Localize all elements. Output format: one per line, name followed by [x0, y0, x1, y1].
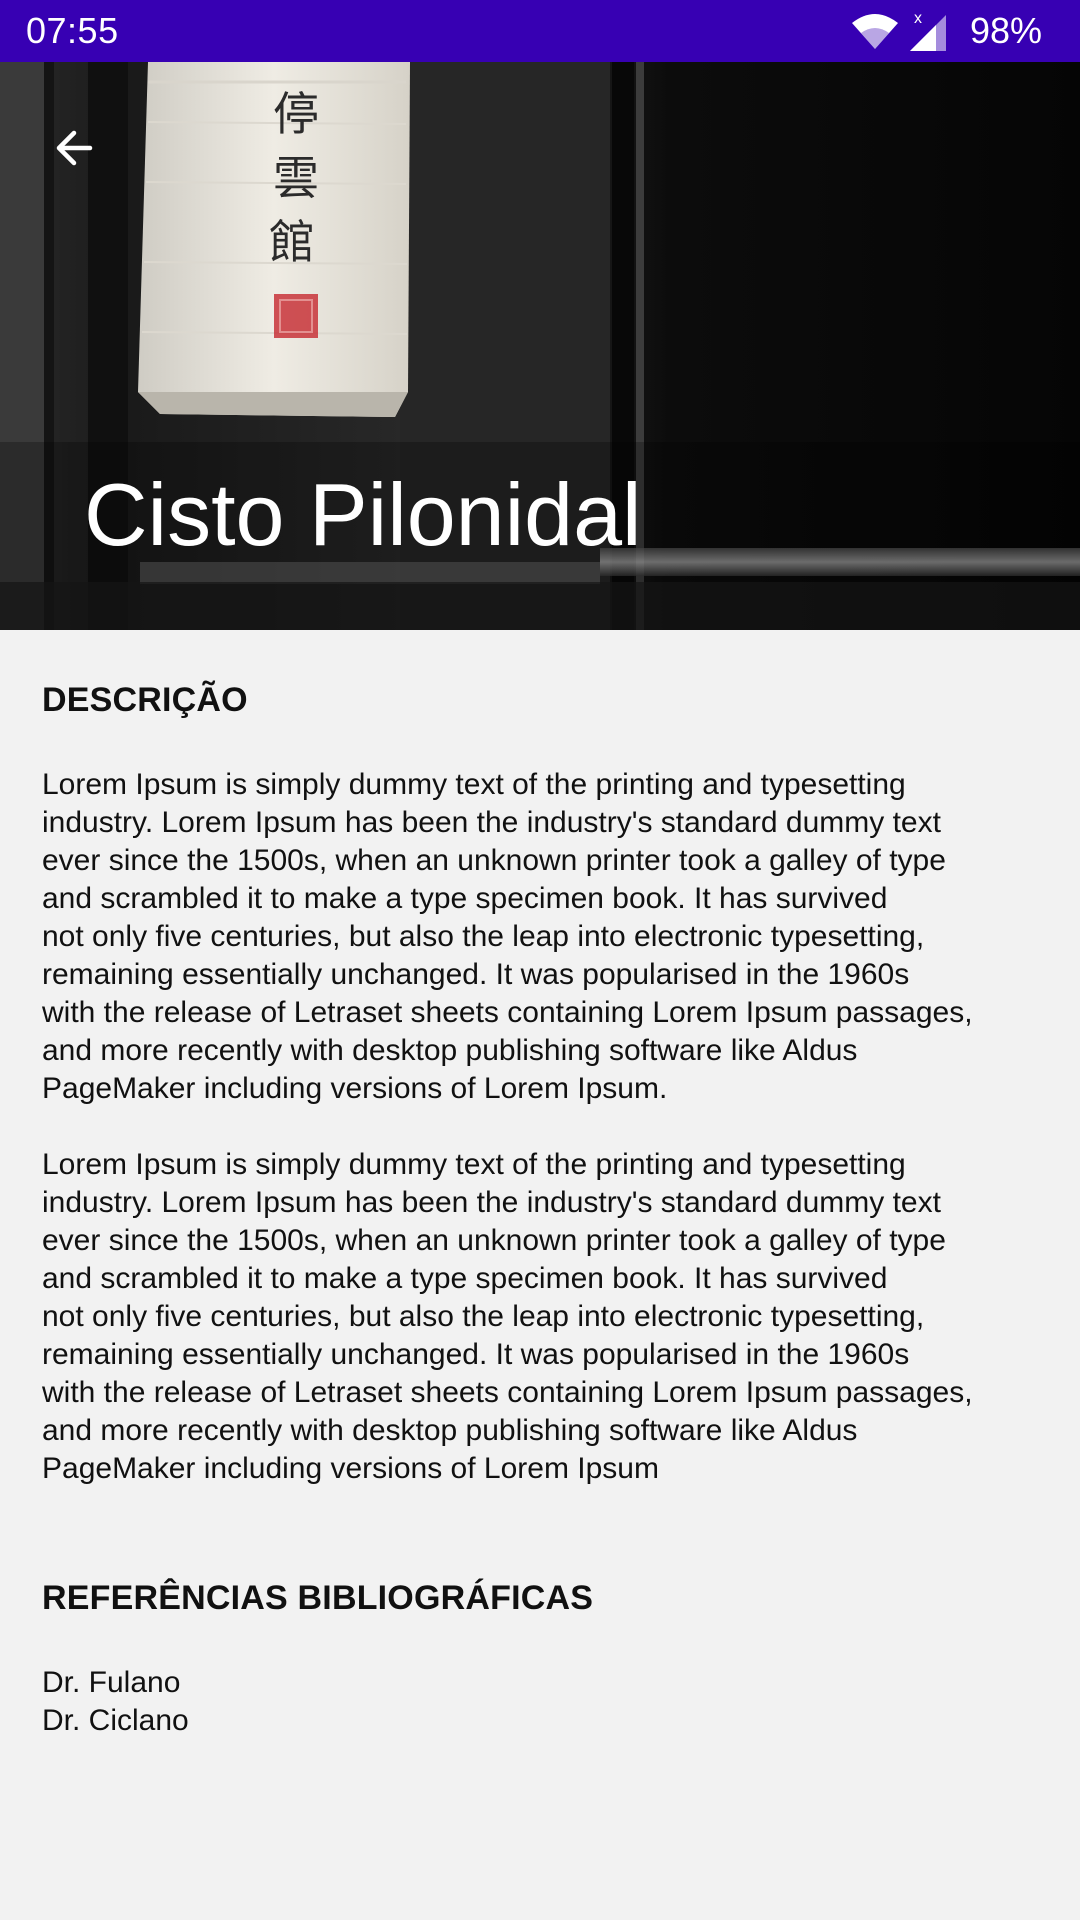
description-heading: DESCRIÇÃO — [42, 681, 248, 719]
references-list: Dr. Fulano Dr. Ciclano — [42, 1664, 1042, 1740]
status-icons: x 98% — [850, 0, 1042, 62]
description-paragraph-2: Lorem Ipsum is simply dummy text of the … — [42, 1148, 973, 1485]
lantern-char-1: 停 — [273, 87, 319, 141]
back-button[interactable] — [34, 108, 114, 188]
article-content: DESCRIÇÃO Lorem Ipsum is simply dummy te… — [42, 630, 1042, 1740]
status-time: 07:55 — [26, 10, 119, 51]
arrow-back-icon — [50, 124, 98, 172]
cellular-signal-icon: x — [900, 9, 950, 53]
reference-item: Dr. Fulano — [42, 1666, 181, 1699]
svg-text:x: x — [914, 10, 922, 27]
status-bar: 07:55 x 98% — [0, 0, 1080, 62]
references-heading: REFERÊNCIAS BIBLIOGRÁFICAS — [42, 1579, 594, 1617]
page-title: Cisto Pilonidal — [84, 465, 642, 564]
lantern-char-2: 雲 — [273, 151, 319, 205]
battery-percentage: 98% — [969, 10, 1042, 51]
wifi-icon — [850, 11, 900, 51]
description-paragraph-1: Lorem Ipsum is simply dummy text of the … — [42, 768, 973, 1105]
lantern-char-3: 館 — [269, 215, 315, 269]
header-image-banner: 停 雲 館 Cisto Pilonidal — [0, 62, 1080, 630]
reference-item: Dr. Ciclano — [42, 1704, 189, 1737]
